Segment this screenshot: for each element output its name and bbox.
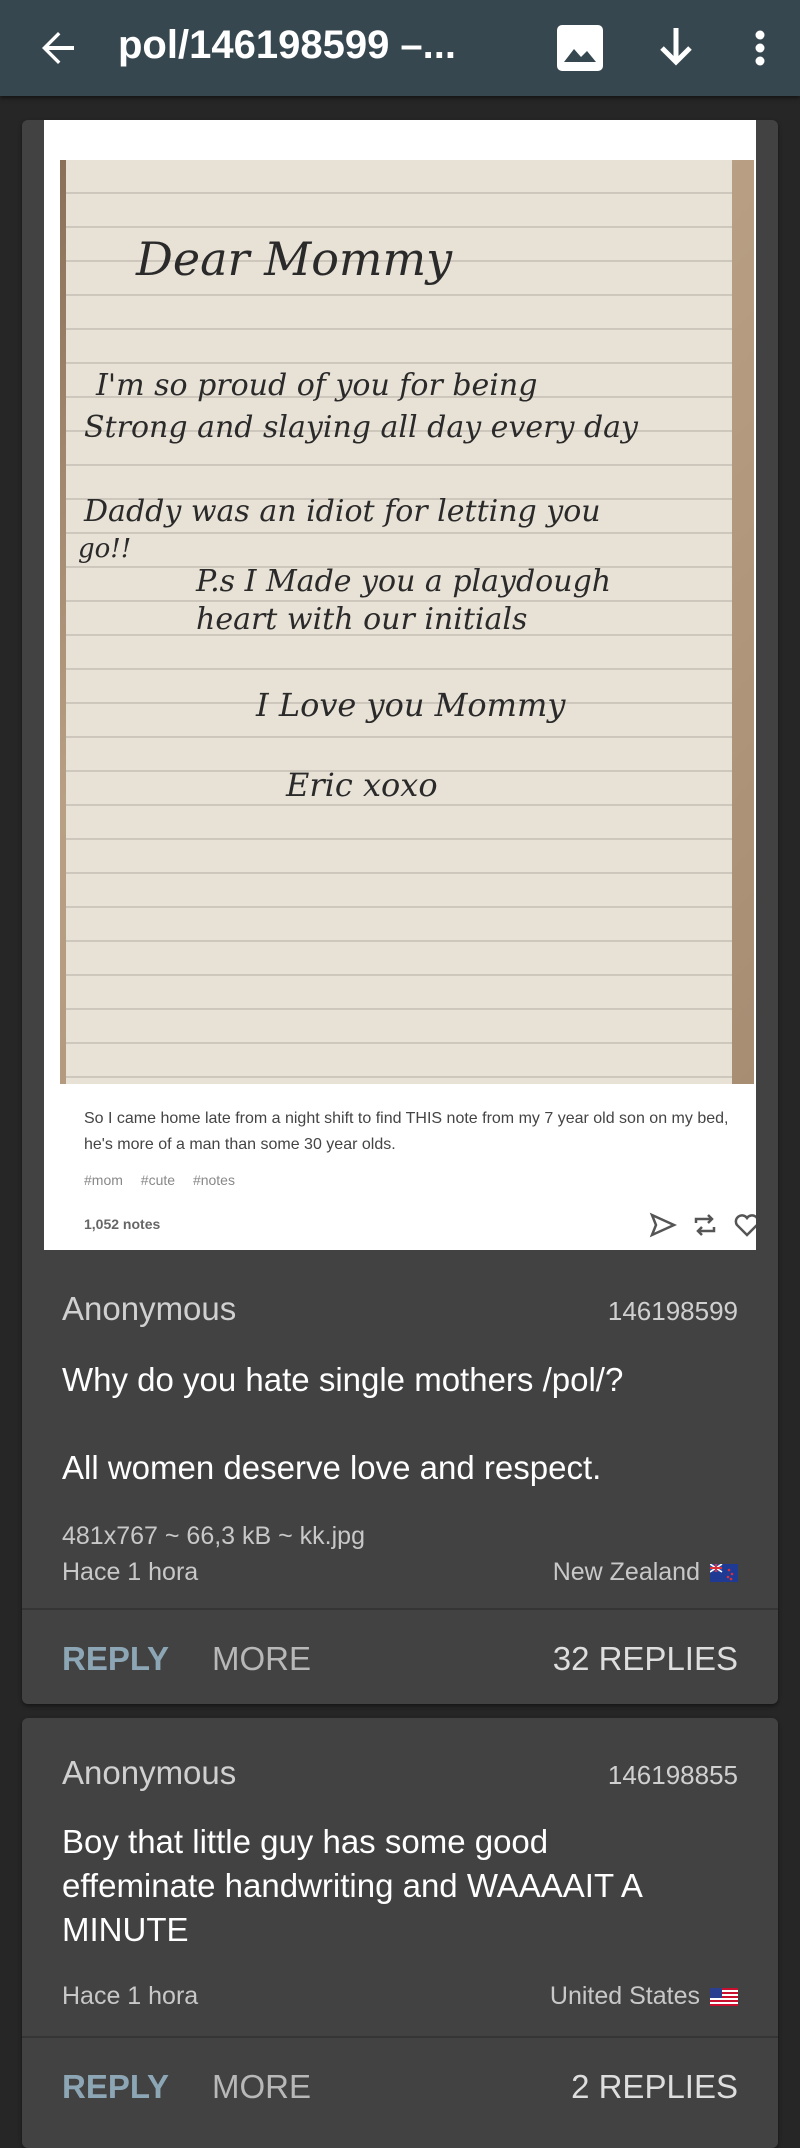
note-line: P.s I Made you a playdough bbox=[196, 564, 612, 599]
post-image[interactable]: Dear Mommy I'm so proud of you for being… bbox=[44, 120, 756, 1250]
country-name: United States bbox=[549, 1982, 700, 2010]
image-icon[interactable] bbox=[554, 22, 606, 74]
post-card-op: Dear Mommy I'm so proud of you for being… bbox=[22, 120, 778, 1704]
divider bbox=[22, 1608, 778, 1610]
more-vert-icon[interactable] bbox=[740, 22, 780, 74]
tag: #cute bbox=[140, 1172, 176, 1188]
comment-line: All women deserve love and respect. bbox=[62, 1449, 602, 1486]
tag: #notes bbox=[192, 1172, 235, 1188]
note-photo: Dear Mommy I'm so proud of you for being… bbox=[60, 160, 754, 1084]
comment-line: Why do you hate single mothers /pol/? bbox=[62, 1361, 624, 1398]
share-icon bbox=[649, 1212, 678, 1238]
replies-button[interactable]: 32 REPLIES bbox=[553, 1640, 738, 1678]
note-line: Eric xoxo bbox=[286, 766, 438, 804]
more-button[interactable]: MORE bbox=[212, 1640, 311, 1678]
tag-list: #mom #cute #notes bbox=[84, 1172, 249, 1188]
tag: #mom bbox=[84, 1172, 123, 1188]
post-country: New Zealand bbox=[553, 1558, 738, 1587]
post-time: Hace 1 hora bbox=[62, 1558, 199, 1586]
lined-paper: Dear Mommy I'm so proud of you for being… bbox=[66, 160, 732, 1084]
comment-line: MINUTE bbox=[62, 1911, 189, 1948]
image-caption: So I came home late from a night shift t… bbox=[84, 1110, 729, 1153]
post-comment: Boy that little guy has some good effemi… bbox=[62, 1820, 752, 1952]
note-line: Dear Mommy bbox=[136, 232, 453, 286]
comment-line bbox=[62, 1402, 752, 1446]
heart-icon bbox=[734, 1214, 756, 1237]
note-line: Strong and slaying all day every day bbox=[84, 410, 639, 445]
post-time: Hace 1 hora bbox=[62, 1982, 199, 2010]
arrow-back-icon[interactable] bbox=[34, 24, 82, 72]
post-number[interactable]: 146198855 bbox=[608, 1760, 738, 1791]
more-button[interactable]: MORE bbox=[212, 2068, 311, 2106]
note-line: go!! bbox=[78, 534, 132, 564]
file-info[interactable]: 481x767 ~ 66,3 kB ~ kk.jpg bbox=[62, 1522, 365, 1551]
reply-button[interactable]: REPLY bbox=[62, 1640, 169, 1678]
notes-count: 1,052 notes bbox=[84, 1216, 161, 1232]
reply-button[interactable]: REPLY bbox=[62, 2068, 169, 2106]
note-line: I Love you Mommy bbox=[256, 686, 566, 724]
divider bbox=[22, 2036, 778, 2038]
comment-line: effeminate handwriting and WAAAAIT A bbox=[62, 1867, 643, 1904]
download-icon[interactable] bbox=[650, 22, 702, 74]
note-line: heart with our initials bbox=[196, 602, 528, 637]
comment-line: Boy that little guy has some good bbox=[62, 1823, 549, 1860]
post-author: Anonymous bbox=[62, 1290, 237, 1327]
post-comment: Why do you hate single mothers /pol/? Al… bbox=[62, 1358, 752, 1490]
flag-nz-icon bbox=[710, 1563, 738, 1582]
post-country: United States bbox=[550, 1982, 738, 2011]
note-line: I'm so proud of you for being bbox=[96, 368, 538, 403]
replies-button[interactable]: 2 REPLIES bbox=[571, 2068, 738, 2106]
reblog-icon bbox=[694, 1214, 716, 1236]
post-number[interactable]: 146198599 bbox=[608, 1296, 738, 1327]
post-author: Anonymous bbox=[62, 1754, 237, 1791]
app-bar: pol/146198599 –... bbox=[0, 0, 800, 96]
post-card-reply: Anonymous 146198855 Boy that little guy … bbox=[22, 1718, 778, 2148]
note-line: Daddy was an idiot for letting you bbox=[84, 494, 601, 529]
tumblr-actions bbox=[624, 1210, 756, 1240]
thread-title: pol/146198599 –... bbox=[118, 23, 457, 67]
country-name: New Zealand bbox=[552, 1558, 700, 1586]
flag-us-icon bbox=[710, 1987, 738, 2006]
